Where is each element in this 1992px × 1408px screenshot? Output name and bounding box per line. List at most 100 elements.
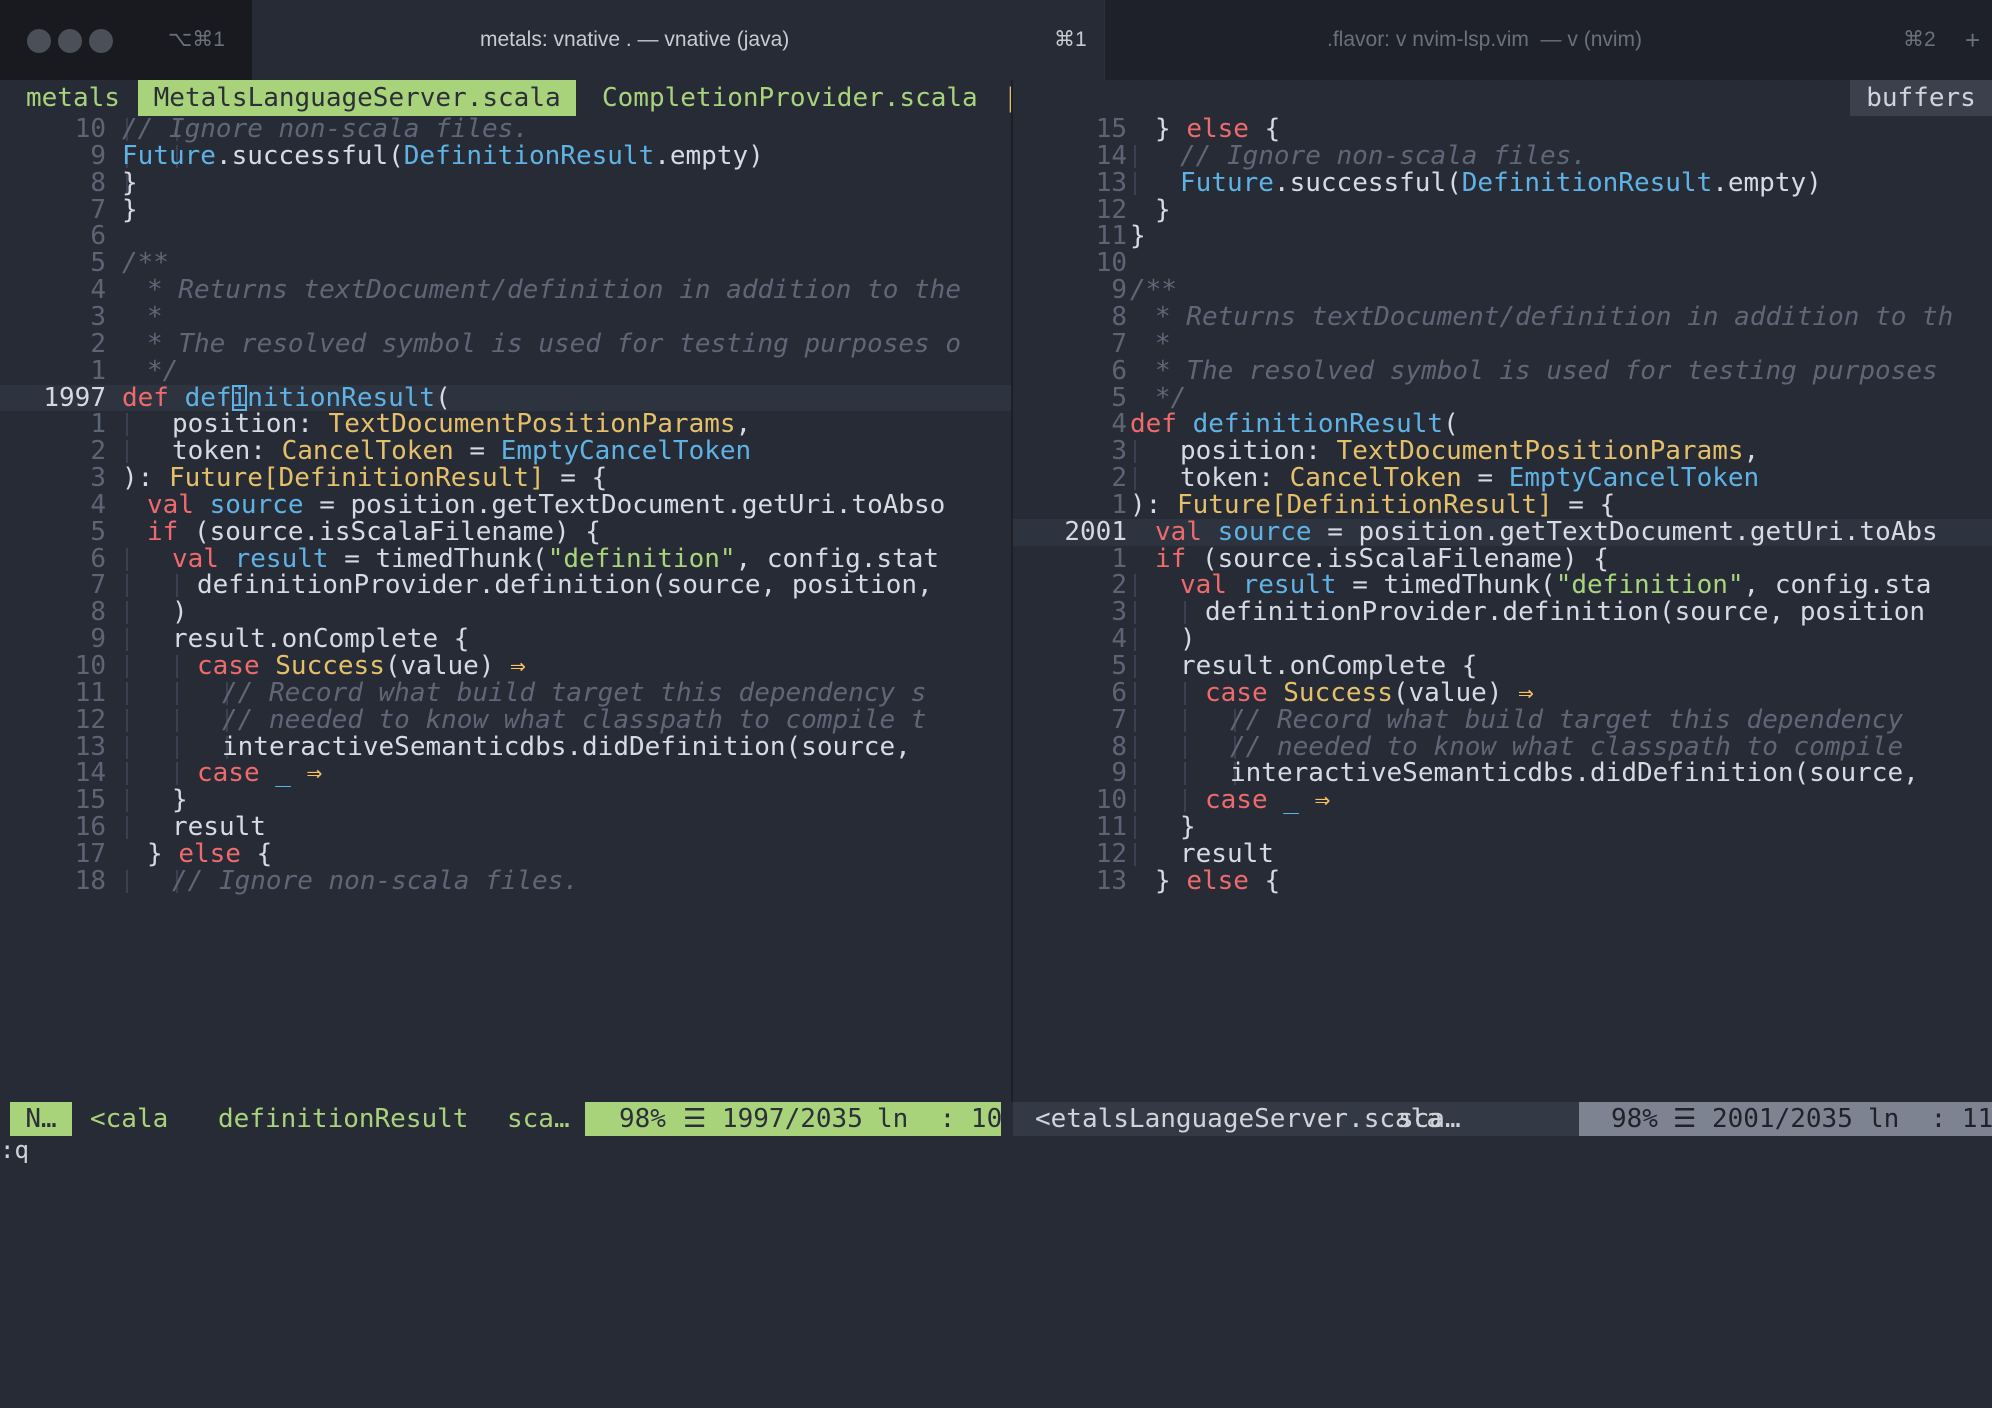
- buffer-tab-active[interactable]: MetalsLanguageServer.scala: [138, 80, 577, 116]
- code-token: Future: [1180, 167, 1274, 198]
- code-line[interactable]: 13} else {: [1013, 865, 1992, 896]
- code-line[interactable]: 13 interactiveSemanticdbs.didDefinition(s…: [0, 733, 1011, 761]
- line-number: 6: [90, 221, 106, 252]
- code-line[interactable]: 1 position: TextDocumentPositionParams,: [0, 411, 1011, 438]
- code-line[interactable]: 2 token: CancelToken = EmptyCancelToken: [0, 438, 1011, 465]
- code-text: def definitionResult(: [1130, 411, 1459, 438]
- code-token: // needed to know what classpath to comp…: [222, 704, 927, 735]
- code-line[interactable]: 2 * The resolved symbol is used for testi…: [0, 330, 1011, 358]
- code-line[interactable]: 8}: [0, 169, 1011, 197]
- new-tab-icon[interactable]: +: [1965, 0, 1980, 80]
- code-token: def: [1130, 409, 1177, 440]
- code-token: "definition": [547, 543, 736, 574]
- code-line[interactable]: 8): [0, 599, 1011, 626]
- code-line[interactable]: 6 case Success(value) ⇒: [1013, 677, 1992, 708]
- code-line[interactable]: 12 // needed to know what classpath to co…: [0, 704, 1011, 735]
- code-line[interactable]: 2 val result = timedThunk("definition", c…: [1013, 572, 1992, 599]
- code-text: def definitionResult(: [122, 383, 451, 413]
- tab-metals[interactable]: metals: vnative . — vnative (java) ⌘1: [252, 0, 1104, 80]
- maximize-window-icon[interactable]: [89, 29, 113, 53]
- code-line[interactable]: 1 */: [0, 355, 1011, 386]
- code-line[interactable]: 10 // Ignore non-scala files.: [0, 116, 1011, 143]
- code-line[interactable]: 6 * The resolved symbol is used for testi…: [1013, 357, 1992, 385]
- bufferline: metals MetalsLanguageServer.scala Comple…: [0, 80, 1992, 116]
- code-token: .empty): [1712, 167, 1822, 198]
- code-line[interactable]: 14 case _ ⇒: [0, 760, 1011, 787]
- tab-hotkey-left[interactable]: ⌥⌘1: [0, 0, 253, 80]
- code-line[interactable]: 3 *: [0, 304, 1011, 331]
- code-line[interactable]: 10 case _ ⇒: [1013, 787, 1992, 814]
- status-percent: 98%: [1611, 1104, 1658, 1134]
- code-line[interactable]: 5 /**: [0, 250, 1011, 277]
- code-line[interactable]: 1 if (source.isScalaFilename) {: [1013, 543, 1992, 574]
- code-line[interactable]: 9 Future.successful(DefinitionResult.empt…: [0, 142, 1011, 170]
- indent-guide: [1184, 762, 1186, 786]
- code-line[interactable]: 12}: [1013, 196, 1992, 224]
- code-line[interactable]: 4 val source = position.getTextDocument.g…: [0, 491, 1011, 519]
- code-line[interactable]: 17} else {: [0, 841, 1011, 868]
- status-filename: <etalsLanguageServer.scala: [1035, 1104, 1442, 1134]
- editor-pane-right[interactable]: 15} else {14// Ignore non-scala files. 13…: [1013, 116, 1992, 1102]
- buffer-tab[interactable]: CompletionProvider.scala: [602, 80, 978, 116]
- close-window-icon[interactable]: [27, 29, 51, 53]
- line-number: 3: [1111, 597, 1127, 628]
- code-line[interactable]: 5 */: [1013, 384, 1992, 412]
- code-line[interactable]: 15} else {: [1013, 116, 1992, 143]
- code-line[interactable]: 15}: [0, 787, 1011, 814]
- code-token: result: [1180, 838, 1274, 869]
- code-line[interactable]: 4 def definitionResult(: [1013, 411, 1992, 438]
- code-line[interactable]: 5 if (source.isScalaFilename) {: [0, 518, 1011, 546]
- buffers-label[interactable]: buffers: [1850, 80, 1992, 116]
- code-line[interactable]: 9/**: [1013, 277, 1992, 304]
- code-token: interactiveSemanticdbs.didDefinition(sou…: [1230, 758, 1919, 789]
- code-line[interactable]: 1997 def definitionResult(: [0, 383, 1011, 413]
- code-line[interactable]: 5 result.onComplete {: [1013, 653, 1992, 680]
- code-line[interactable]: 16 result: [0, 814, 1011, 841]
- line-number: 1: [90, 355, 106, 386]
- tab-nvim[interactable]: .flavor: v nvim-lsp.vim — v (nvim) ⌘2 +: [1104, 0, 1992, 80]
- code-line[interactable]: 3): Future[DefinitionResult] = {: [0, 465, 1011, 492]
- code-line[interactable]: 9 interactiveSemanticdbs.didDefinition(so…: [1013, 760, 1992, 787]
- statusline-left: N… <cala definitionResult sca… 98% ☰ 199…: [0, 1102, 1011, 1136]
- editor-pane-left[interactable]: 10 // Ignore non-scala files. 9 Future.succ…: [0, 116, 1011, 1102]
- code-line[interactable]: 9 result.onComplete {: [0, 626, 1011, 653]
- code-line[interactable]: 2 token: CancelToken = EmptyCancelToken: [1013, 465, 1992, 492]
- line-number: 13: [1095, 865, 1127, 896]
- code-token: *: [147, 301, 163, 332]
- code-line[interactable]: 14 // Ignore non-scala files.: [1013, 142, 1992, 170]
- code-line[interactable]: 4 * Returns textDocument/definition in ad…: [0, 277, 1011, 304]
- code-line[interactable]: 7}: [0, 196, 1011, 224]
- code-line[interactable]: 10: [1013, 250, 1992, 277]
- code-token: }: [1130, 221, 1146, 252]
- code-line[interactable]: 11}: [1013, 223, 1992, 250]
- code-line[interactable]: 12 result: [1013, 841, 1992, 868]
- code-line[interactable]: 3 position: TextDocumentPositionParams,: [1013, 438, 1992, 465]
- code-token: definitionProvider.definition(source, po…: [1205, 597, 1926, 628]
- code-line[interactable]: 11 // Record what build target this depen…: [0, 679, 1011, 707]
- code-line[interactable]: 3 definitionProvider.definition(source, p…: [1013, 599, 1992, 626]
- code-line[interactable]: 6: [0, 223, 1011, 250]
- code-line[interactable]: 8 // needed to know what classpath to com…: [1013, 733, 1992, 761]
- code-line[interactable]: 7 definitionProvider.definition(source, p…: [0, 572, 1011, 599]
- code-token: case: [1205, 677, 1268, 708]
- code-line[interactable]: 2001 val source = position.getTextDocumen…: [1013, 518, 1992, 546]
- code-line[interactable]: 6 val result = timedThunk("definition", c…: [0, 543, 1011, 574]
- code-line[interactable]: 18 // Ignore non-scala files.: [0, 867, 1011, 895]
- command-line[interactable]: :q: [0, 1136, 1992, 1164]
- indent-guide: [1134, 681, 1136, 705]
- code-line[interactable]: 8 * Returns textDocument/definition in ad…: [1013, 304, 1992, 331]
- code-token: ,: [1743, 436, 1760, 467]
- code-line[interactable]: 11}: [1013, 814, 1992, 841]
- code-line[interactable]: 7 // Record what build target this depend…: [1013, 706, 1992, 734]
- code-line[interactable]: 1): Future[DefinitionResult] = {: [1013, 491, 1992, 519]
- code-line[interactable]: 10 case Success(value) ⇒: [0, 653, 1011, 680]
- code-line[interactable]: 7 *: [1013, 330, 1992, 358]
- code-token: (source.isScalaFilename) {: [1186, 543, 1609, 574]
- code-token: _: [275, 758, 291, 789]
- code-line[interactable]: 13 Future.successful(DefinitionResult.emp…: [1013, 167, 1992, 198]
- code-line[interactable]: 4): [1013, 626, 1992, 653]
- code-text: val result = timedThunk("definition", co…: [1180, 572, 1931, 599]
- minimize-window-icon[interactable]: [58, 29, 82, 53]
